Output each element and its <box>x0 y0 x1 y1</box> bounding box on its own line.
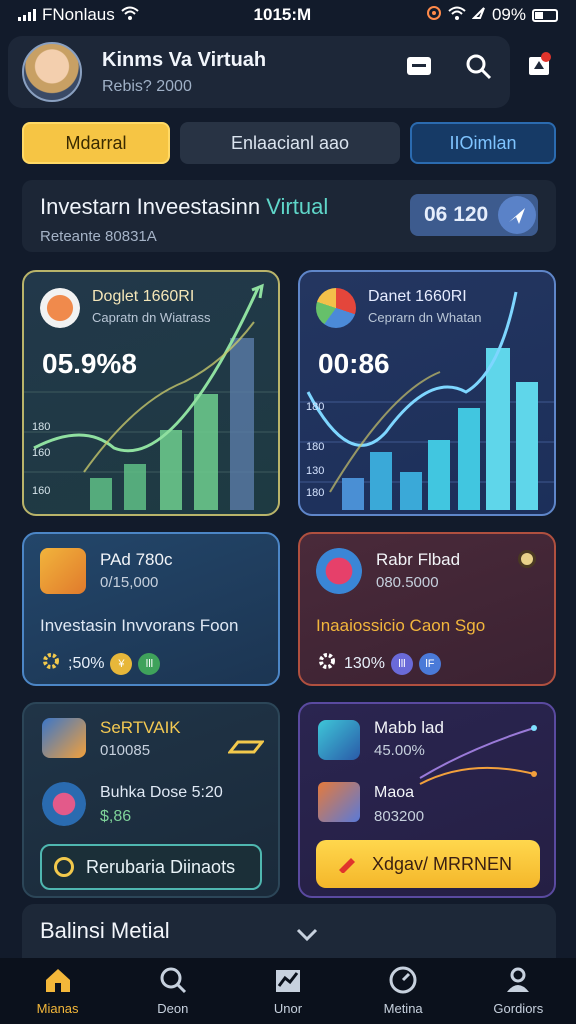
message-icon[interactable] <box>402 50 436 84</box>
bottom-nav: Mianas Deon Unor Metina Gordiors <box>0 958 576 1024</box>
ticket-icon <box>226 738 266 761</box>
nav-item-home[interactable]: Mianas <box>8 966 108 1016</box>
wifi-icon <box>448 5 466 25</box>
avatar[interactable] <box>22 42 82 102</box>
low1-subtitle: 010085 <box>100 742 151 759</box>
chart1-value: 05.9%8 <box>42 348 137 379</box>
pen-icon <box>336 851 358 878</box>
chart-card-2[interactable]: 180 180 130 180 Danet 1660RI Ceprarn dn … <box>298 270 556 516</box>
nav-label-search: Deon <box>157 1001 189 1016</box>
investment-banner: Investarn Inveestasinn Virtual Reteante … <box>22 180 556 252</box>
banner-pill-value: 06 120 <box>424 203 489 226</box>
chevron-down-icon[interactable] <box>296 922 318 948</box>
photo-icon <box>316 548 362 594</box>
nav-label-home: Mianas <box>36 1001 79 1016</box>
gear-icon <box>316 650 338 677</box>
profile-header: Kinms Va Virtuah Rebis? 2000 <box>8 36 510 108</box>
wallet-icon <box>42 782 86 826</box>
service-card[interactable]: SeRTVAIK 010085 Buhka Dose 5:20 $,86 Rer… <box>22 702 280 898</box>
record-icon <box>426 5 442 26</box>
chart2-axis-label-3: 130 <box>306 465 324 477</box>
coin-icon: lll <box>390 652 413 675</box>
tab-iiomilan[interactable]: IIOimlan <box>410 122 556 164</box>
box-icon <box>40 548 86 594</box>
chart2-title: Danet 1660RI <box>368 288 467 305</box>
section-label: Balinsi Metial <box>40 918 170 943</box>
investment-card-2[interactable]: Rabr Flbad 080.5000 Inaaiossicio Caon Sg… <box>298 532 556 686</box>
coin-icon: lF <box>418 652 441 675</box>
chart1-axis-label-1: 180 <box>32 421 50 433</box>
home-icon <box>42 966 74 997</box>
chart2-axis-label-1: 180 <box>306 401 324 413</box>
megaphone-icon <box>318 720 360 760</box>
investment-card-1[interactable]: PAd 780c 0/15,000 Investasin Invvorans F… <box>22 532 280 686</box>
low1-label-b: Buhka Dose 5:20 <box>100 784 223 801</box>
wifi-icon <box>121 5 139 25</box>
signal-icon <box>18 9 36 21</box>
mid1-title: PAd 780c <box>100 550 173 569</box>
chart-card-1[interactable]: 180 160 160 Doglet 1660RI Capratn dn Wia… <box>22 270 280 516</box>
chart1-subtitle: Capratn dn Wiatrass <box>92 310 211 325</box>
gear-icon <box>40 650 62 677</box>
mid1-subtitle: 0/15,000 <box>100 574 159 591</box>
nav-item-profile[interactable]: Gordiors <box>468 966 568 1016</box>
cash-icon <box>318 782 360 822</box>
status-time: 1015:M <box>253 5 312 24</box>
coin-icon: ¥ <box>110 652 133 675</box>
cube-icon <box>40 288 80 328</box>
rerubaria-button[interactable]: Rerubaria Diinaots <box>40 844 262 890</box>
mid2-subtitle: 080.5000 <box>376 574 439 591</box>
banner-value-pill[interactable]: 06 120 <box>410 194 538 236</box>
nav-item-chart[interactable]: Unor <box>238 966 338 1016</box>
nav-label-profile: Gordiors <box>493 1001 544 1016</box>
nav-label-metrics: Metina <box>383 1001 423 1016</box>
chest-icon <box>42 718 86 758</box>
pie-icon <box>316 288 356 328</box>
chart2-axis-label-2: 180 <box>306 441 324 453</box>
chart2-subtitle: Ceprarn dn Whatan <box>368 310 482 325</box>
trend-lines <box>419 725 537 785</box>
low2-value-b: 803200 <box>374 808 425 825</box>
notification-icon[interactable] <box>522 48 556 82</box>
low1-value-b: $,86 <box>100 808 132 825</box>
nav-item-metrics[interactable]: Metina <box>353 966 453 1016</box>
rerubaria-button-label: Rerubaria Diinaots <box>86 856 236 877</box>
status-bar: FNonlaus 1015:M 09% <box>0 0 576 30</box>
chart2-value: 00:86 <box>318 348 390 379</box>
chart1-axis-label-2: 160 <box>32 447 50 459</box>
chart-icon <box>273 966 303 997</box>
mid2-title: Rabr Flbad <box>376 550 461 569</box>
search-icon[interactable] <box>462 50 496 84</box>
chart2-axis-label-4: 180 <box>306 487 324 499</box>
tab-mdarral[interactable]: Mdarral <box>22 122 170 164</box>
circle-icon <box>54 857 74 877</box>
mid1-percent: ;50% <box>68 654 105 672</box>
nav-label-chart: Unor <box>273 1001 303 1016</box>
check-icon <box>518 550 536 568</box>
mid2-percent: 130% <box>344 654 385 672</box>
tab-enlaacianl[interactable]: Enlaacianl aao <box>180 122 400 164</box>
mobile-card[interactable]: Mabb lad 45.00% Maoa 803200 Xdgav/ MRRNE… <box>298 702 556 898</box>
user-icon <box>503 966 533 997</box>
search-icon <box>158 966 188 997</box>
chart1-title: Doglet 1660RI <box>92 288 195 305</box>
carrier-label: FNonlaus <box>42 5 115 24</box>
low1-title: SeRTVAIK <box>100 718 181 737</box>
section-balance[interactable]: Balinsi Metial <box>22 904 556 958</box>
low2-label-b: Maoa <box>374 784 415 801</box>
location-icon <box>471 5 486 25</box>
chart1-axis-label-3: 160 <box>32 485 50 497</box>
coin-icon: lll <box>138 652 161 675</box>
battery-percent: 09% <box>491 5 526 24</box>
nav-item-search[interactable]: Deon <box>123 966 223 1016</box>
gauge-icon <box>388 966 418 997</box>
xdgav-button-label: Xdgav/ MRRNEN <box>372 853 513 874</box>
battery-icon <box>532 8 558 22</box>
xdgav-button[interactable]: Xdgav/ MRRNEN <box>316 840 540 888</box>
mid1-body: Investasin Invvorans Foon <box>40 616 239 635</box>
send-icon[interactable] <box>498 196 536 234</box>
profile-name: Kinms Va Virtuah <box>102 48 267 71</box>
mid2-body: Inaaiossicio Caon Sgo <box>316 616 486 635</box>
profile-subtitle: Rebis? 2000 <box>102 77 192 95</box>
